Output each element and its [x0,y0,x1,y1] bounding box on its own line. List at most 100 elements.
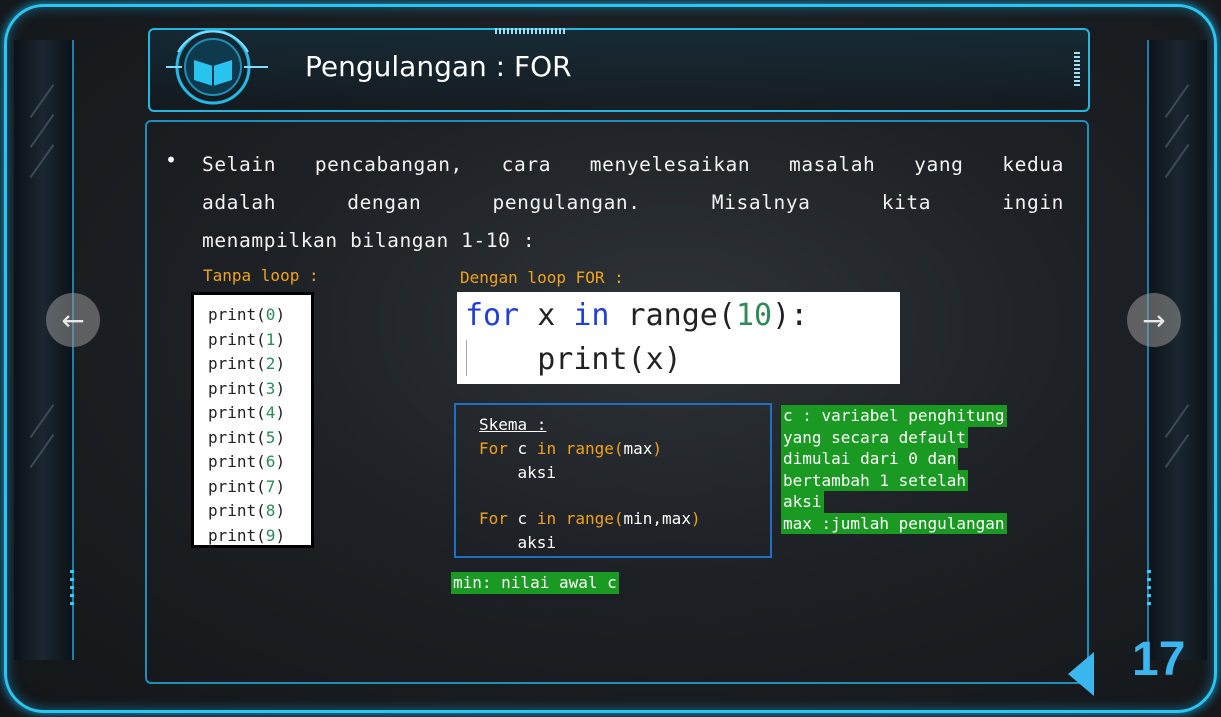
code-line: print(8) [208,499,311,524]
right-decor-panel [1147,40,1207,660]
code-line: print(1) [208,328,311,353]
tanpa-loop-code-box: print(0) print(1) print(2) print(3) prin… [191,292,314,548]
indent-guide [466,340,467,376]
decor-dots [70,570,74,610]
skema-arg: max [623,439,653,458]
note-line: bertambah 1 setelah [781,469,969,491]
code-num: 2 [265,354,276,373]
page-number: 17 [1132,633,1186,686]
code-num: 6 [265,452,276,471]
code-fn: print( [208,305,266,324]
arrow-right-icon: → [1142,303,1166,337]
code-line: print(6) [208,450,311,475]
code-end: ) [275,354,286,373]
paragraph-line: adalah dengan pengulangan. Misalnya kita… [202,191,1064,214]
decor-ticks [495,28,565,34]
skema-title: Skema : [479,415,547,434]
skema-fn: ) [652,439,663,458]
note-line: yang secara default [781,426,969,448]
decor-stripe [29,114,55,148]
decor-stripe [1164,144,1190,178]
code-line: print(3) [208,377,311,402]
code-num: 4 [265,403,276,422]
skema-arg: min,max [623,509,691,528]
for-loop-code-box: for x in range(10): print(x) [457,292,900,384]
skema-keyword: For [479,439,508,458]
skema-keyword: in [536,509,557,528]
code-end: ) [275,501,286,520]
skema-fn: ) [690,509,701,528]
skema-var: c [507,439,537,458]
notes-right: c : variabel penghitung yang secara defa… [781,405,1007,534]
code-fn: print( [208,403,266,422]
code-keyword: for [465,298,520,333]
code-end: ) [275,378,286,398]
note-line: max :jumlah pengulangan [781,512,1007,534]
title-bar [148,28,1090,112]
code-var: x [519,298,574,333]
arrow-left-icon: ← [61,303,85,337]
decor-stripe [29,404,55,438]
note-line: dimulai dari 0 dan [781,448,959,470]
next-slide-button[interactable]: → [1127,293,1181,347]
code-num: 8 [265,501,276,520]
code-fn: range( [609,298,736,333]
paragraph-line: menampilkan bilangan 1-10 : [202,229,536,252]
tanpa-loop-label: Tanpa loop : [203,266,319,285]
code-line: print(7) [208,475,311,500]
code-fn: print( [208,378,266,398]
code-line: print(0) [208,303,311,328]
code-num: 9 [265,525,276,545]
code-fn: print( [208,427,266,447]
skema-box: Skema : For c in range(max) aksi For c i… [454,403,772,558]
note-line: c : variabel penghitung [781,405,1007,427]
page-triangle-icon [1068,652,1094,696]
decor-stripe [1164,404,1190,438]
code-line: print(2) [208,352,311,377]
dengan-loop-label: Dengan loop FOR : [460,268,624,287]
skema-fn: range( [556,509,624,528]
previous-slide-button[interactable]: ← [46,293,100,347]
intro-paragraph: Selain pencabangan, cara menyelesaikan m… [202,146,1064,260]
code-end: ) [275,452,286,471]
skema-var: c [507,509,537,528]
left-decor-panel [14,40,74,660]
for-code-line: for x in range(10): [465,294,900,338]
code-num: 10 [735,298,773,333]
code-end: ) [275,427,286,447]
code-end: ) [275,525,286,545]
code-keyword: in [573,298,610,333]
code-num: 0 [265,305,276,324]
bullet-point: • [165,148,178,172]
note-line: aksi [781,491,824,513]
code-end: ) [275,305,286,324]
code-num: 1 [265,329,276,349]
code-line: print(9) [208,524,311,549]
skema-line: aksi [479,533,557,552]
decor-stripe [29,84,55,118]
decor-stripe [1164,114,1190,148]
code-end: ) [275,329,286,349]
code-end: ): [772,298,809,333]
paragraph-line: Selain pencabangan, cara menyelesaikan m… [202,153,1064,176]
code-fn: print( [208,354,266,373]
code-num: 5 [265,427,276,447]
decor-dots [1147,570,1151,610]
code-line: print(4) [208,401,311,426]
skema-line: aksi [479,463,557,482]
code-fn: print( [208,329,266,349]
code-end: ) [275,403,286,422]
skema-fn: range( [556,439,624,458]
decor-ticks [1074,52,1080,88]
note-min: min: nilai awal c [451,572,619,594]
page-title: Pengulangan : FOR [305,50,572,83]
decor-stripe [29,144,55,178]
decor-stripe [1164,84,1190,118]
skema-keyword: in [536,439,557,458]
decor-stripe [1164,434,1190,468]
code-fn: print( [208,501,266,520]
code-fn: print( [208,525,266,545]
code-fn: print( [208,452,266,471]
for-body-line: print(x) [465,342,682,377]
code-end: ) [275,476,286,496]
